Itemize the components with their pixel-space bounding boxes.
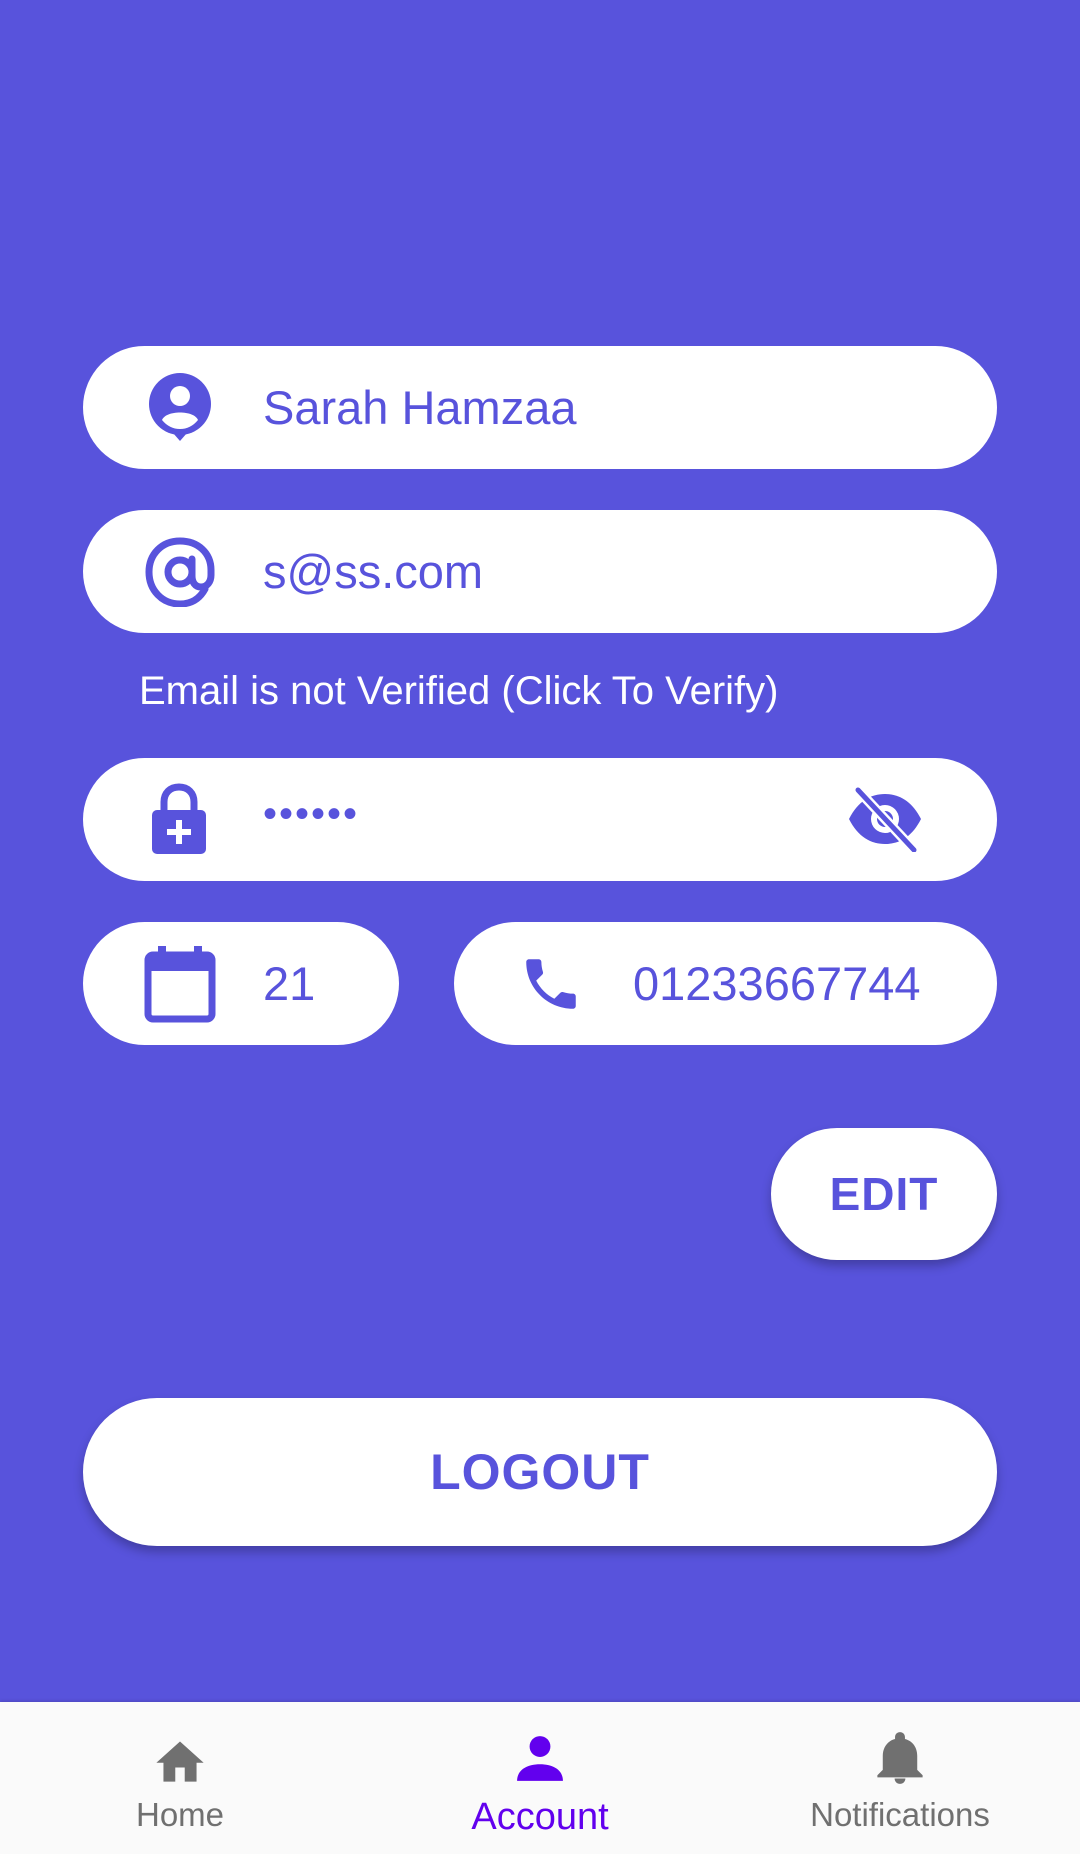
email-field[interactable]: s@ss.com <box>83 510 997 633</box>
bell-icon <box>874 1728 926 1788</box>
home-icon <box>151 1728 209 1788</box>
nav-item-account[interactable]: Account <box>360 1702 720 1854</box>
phone-value: 01233667744 <box>633 957 921 1010</box>
bottom-navigation: Home Account Notifications <box>0 1702 1080 1854</box>
edit-button[interactable]: EDIT <box>771 1128 997 1260</box>
lock-plus-icon <box>149 780 209 858</box>
nav-label-account: Account <box>471 1796 609 1838</box>
phone-icon <box>516 950 586 1018</box>
phone-field[interactable]: 01233667744 <box>454 922 997 1045</box>
name-field[interactable]: Sarah Hamzaa <box>83 346 997 469</box>
nav-label-notifications: Notifications <box>810 1796 990 1833</box>
name-value: Sarah Hamzaa <box>263 381 577 434</box>
password-value: •••••• <box>263 792 360 836</box>
email-verify-link[interactable]: Email is not Verified (Click To Verify) <box>139 665 778 717</box>
age-value: 21 <box>263 957 316 1010</box>
account-circle-icon <box>145 372 215 442</box>
person-icon <box>515 1728 565 1788</box>
eye-off-icon[interactable] <box>845 784 925 854</box>
email-value: s@ss.com <box>263 545 484 598</box>
nav-item-home[interactable]: Home <box>0 1702 360 1854</box>
logout-button[interactable]: LOGOUT <box>83 1398 997 1546</box>
at-sign-icon <box>143 536 217 608</box>
nav-label-home: Home <box>135 1796 225 1833</box>
age-field[interactable]: 21 <box>83 922 399 1045</box>
nav-item-notifications[interactable]: Notifications <box>720 1702 1080 1854</box>
password-field[interactable]: •••••• <box>83 758 997 881</box>
calendar-icon <box>143 944 217 1024</box>
